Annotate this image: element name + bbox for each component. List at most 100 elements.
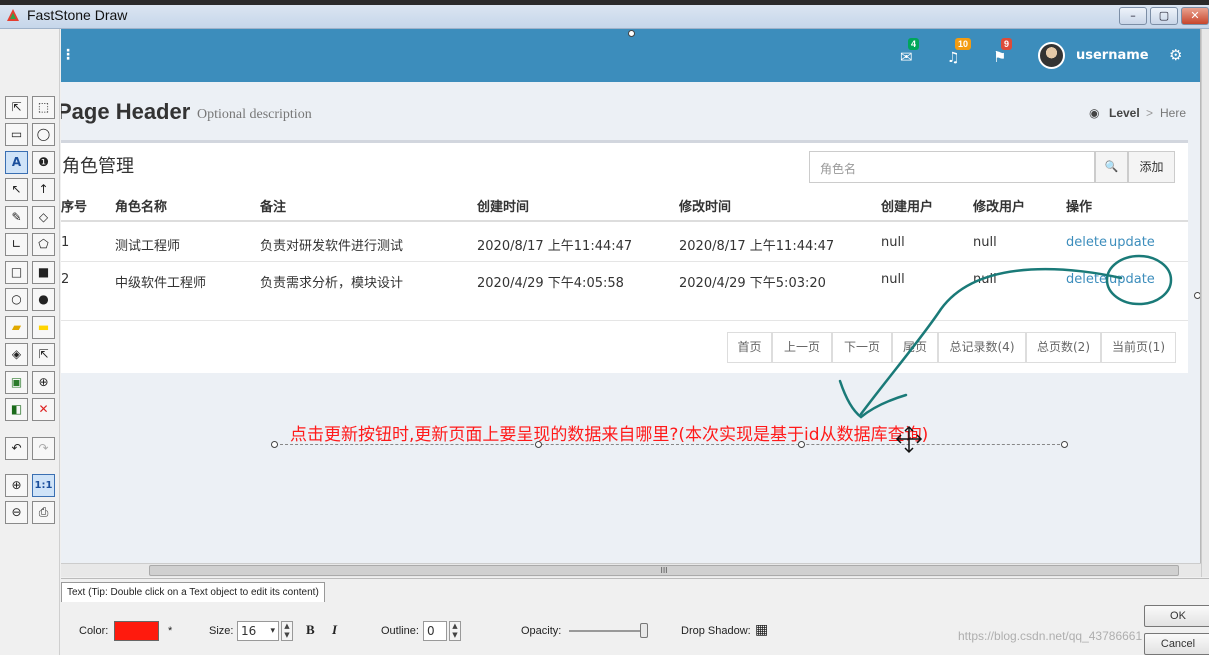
bold-button[interactable]: B <box>306 622 315 638</box>
resize-handle-right[interactable] <box>1061 441 1068 448</box>
breadcrumb-here: Here <box>1160 106 1187 120</box>
scrollbar-thumb[interactable]: III <box>149 565 1179 576</box>
csdn-watermark: https://blog.csdn.net/qq_43786661 <box>958 629 1143 643</box>
ellipse-fill-icon[interactable]: ● <box>32 288 55 311</box>
row2-delete-link[interactable]: delete <box>1066 272 1107 287</box>
header-divider <box>61 220 1188 222</box>
drop-shadow-icon[interactable]: ▦ <box>755 621 768 638</box>
pencil-icon[interactable]: ✎ <box>5 206 28 229</box>
eraser-icon[interactable]: ◇ <box>32 206 55 229</box>
arrow-up-icon[interactable]: ↑ <box>32 178 55 201</box>
image-icon[interactable]: ▣ <box>5 371 28 394</box>
rect-outline-icon[interactable]: □ <box>5 261 28 284</box>
row2-update-link[interactable]: update <box>1109 272 1155 287</box>
window-titlebar: FastStone Draw – ▢ ✕ <box>0 0 1209 29</box>
col-header-modified: 修改时间 <box>679 200 732 215</box>
zoom-out-icon[interactable]: ⊖ <box>5 501 28 524</box>
role-search-input[interactable]: 角色名 <box>809 151 1095 183</box>
vertical-scrollbar[interactable] <box>1201 29 1209 577</box>
outline-input[interactable]: 0 <box>423 621 447 641</box>
ok-button[interactable]: OK <box>1144 605 1209 627</box>
arrow-line-icon[interactable]: ↖ <box>5 178 28 201</box>
pager-next[interactable]: 下一页 <box>832 332 892 363</box>
pager-prev[interactable]: 上一页 <box>772 332 832 363</box>
callout-rect-icon[interactable]: ▭ <box>5 123 28 146</box>
mail-badge: 4 <box>908 38 920 50</box>
horizontal-scrollbar[interactable]: III <box>61 563 1201 577</box>
drawing-canvas[interactable]: ⋮ ✉ 4 ⚑ ♫ 10 ⚑ 9 username ⚙ Page Header … <box>61 29 1201 563</box>
username-label[interactable]: username <box>1076 48 1149 63</box>
row1-delete-link[interactable]: delete <box>1066 235 1107 250</box>
size-value: 16 <box>241 624 257 638</box>
mail-icon[interactable]: ✉ 4 <box>900 38 920 66</box>
canvas-handle-top[interactable] <box>628 30 635 37</box>
resize-handle-mid-right[interactable] <box>798 441 805 448</box>
window-title: FastStone Draw <box>27 7 128 23</box>
col-header-index: 序号 <box>61 200 88 215</box>
fill-bucket-icon[interactable]: ◈ <box>5 343 28 366</box>
rect-fill-icon[interactable]: ■ <box>32 261 55 284</box>
chevron-down-icon: ▾ <box>270 626 275 636</box>
target-icon[interactable]: ⊕ <box>32 371 55 394</box>
color-more[interactable]: * <box>168 625 172 637</box>
maximize-button[interactable]: ▢ <box>1150 7 1178 25</box>
pager-first[interactable]: 首页 <box>727 332 772 363</box>
canvas-handle-right[interactable] <box>1194 292 1200 299</box>
redo-icon[interactable]: ↷ <box>32 437 55 460</box>
flag-icon[interactable]: ⚑ 9 <box>993 38 1013 66</box>
delete-icon[interactable]: ✕ <box>32 398 55 421</box>
opacity-slider-track[interactable] <box>569 630 647 632</box>
text-tool-icon[interactable]: A <box>5 151 28 174</box>
pager-last[interactable]: 尾页 <box>892 332 938 363</box>
row2-modified: 2020/4/29 下午5:03:20 <box>679 276 826 291</box>
undo-icon[interactable]: ↶ <box>5 437 28 460</box>
highlight-rect-icon[interactable]: ▬ <box>32 316 55 339</box>
color-swatch[interactable] <box>114 621 159 641</box>
select-arrow-icon[interactable]: ⇱ <box>5 96 28 119</box>
opacity-slider-thumb[interactable] <box>640 623 648 638</box>
size-select[interactable]: 16 ▾ <box>237 621 279 641</box>
cancel-button[interactable]: Cancel <box>1144 633 1209 655</box>
polyline-icon[interactable]: ∟ <box>5 233 28 256</box>
callout-round-icon[interactable]: ◯ <box>32 123 55 146</box>
user-avatar[interactable] <box>1038 42 1065 69</box>
outline-spinner[interactable]: ▲ ▼ <box>449 621 461 641</box>
number-tool-icon[interactable]: ❶ <box>32 151 55 174</box>
close-button[interactable]: ✕ <box>1181 7 1209 25</box>
watermark-icon[interactable]: ◧ <box>5 398 28 421</box>
flag-glyph: ⚑ <box>993 48 1007 66</box>
print-icon[interactable]: ⎙ <box>32 501 55 524</box>
bell-glyph: ♫ <box>947 50 960 66</box>
table-bottom-divider <box>61 320 1188 321</box>
row2-name: 中级软件工程师 <box>115 276 207 291</box>
properties-tab[interactable]: Text (Tip: Double click on a Text object… <box>61 582 325 602</box>
ellipse-outline-icon[interactable]: ○ <box>5 288 28 311</box>
italic-button[interactable]: I <box>332 622 337 638</box>
resize-handle-left[interactable] <box>271 441 278 448</box>
zoom-in-icon[interactable]: ⊕ <box>5 474 28 497</box>
bell-icon[interactable]: ⚑ ♫ 10 <box>947 38 972 66</box>
tools-palette: ⇱ ⬚ ▭ ◯ A ❶ ↖ ↑ ✎ ◇ ∟ ⬠ □ ■ ○ ● ▰ ▬ ◈ ⇱ … <box>0 29 60 655</box>
bell-badge: 10 <box>955 38 972 50</box>
zoom-actual-icon[interactable]: 1:1 <box>32 474 55 497</box>
minimize-button[interactable]: – <box>1119 7 1147 25</box>
highlighter-icon[interactable]: ▰ <box>5 316 28 339</box>
add-role-button[interactable]: 添加 <box>1128 151 1175 183</box>
polygon-icon[interactable]: ⬠ <box>32 233 55 256</box>
breadcrumb-level[interactable]: Level <box>1109 106 1140 120</box>
select-rect-icon[interactable]: ⬚ <box>32 96 55 119</box>
screen-top-strip <box>0 0 1209 5</box>
size-spinner[interactable]: ▲ ▼ <box>281 621 293 641</box>
row1-update-link[interactable]: update <box>1109 235 1155 250</box>
gear-icon[interactable]: ⚙ <box>1169 46 1182 64</box>
search-button[interactable]: 🔍 <box>1095 151 1128 183</box>
sidebar-toggle-icon[interactable]: ⋮ <box>61 47 75 63</box>
col-header-note: 备注 <box>260 200 287 215</box>
pager-total-records: 总记录数(4) <box>938 332 1026 363</box>
annotation-text-object[interactable]: 点击更新按钮时,更新页面上要呈现的数据来自哪里?(本次实现是基于id从数据库查询… <box>290 420 928 445</box>
drop-shadow-label: Drop Shadow: <box>681 625 751 637</box>
row1-creator: null <box>881 235 905 250</box>
pointer-plus-icon[interactable]: ⇱ <box>32 343 55 366</box>
resize-handle-mid-left[interactable] <box>535 441 542 448</box>
pager-current-page: 当前页(1) <box>1101 332 1176 363</box>
